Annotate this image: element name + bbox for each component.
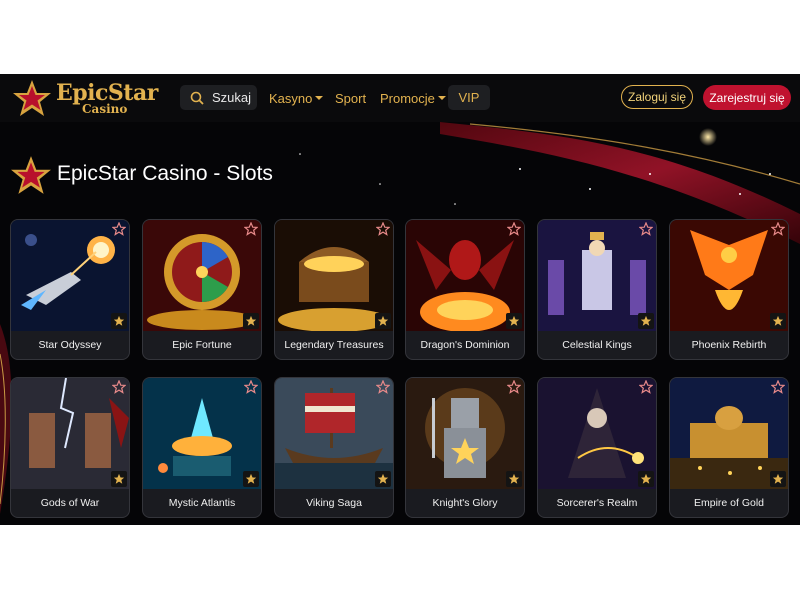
search-button[interactable]: Szukaj: [180, 85, 257, 110]
favorite-star-icon[interactable]: [375, 379, 391, 394]
star-badge-icon: [770, 471, 786, 487]
game-card[interactable]: Epic Fortune: [142, 219, 262, 360]
login-label: Zaloguj się: [627, 90, 687, 104]
favorite-star-icon[interactable]: [638, 221, 654, 236]
game-card[interactable]: Knight's Glory: [405, 377, 525, 518]
game-card[interactable]: Viking Saga: [274, 377, 394, 518]
game-title: Star Odyssey: [38, 339, 102, 351]
chevron-down-icon: [315, 96, 324, 100]
game-card[interactable]: Sorcerer's Realm: [537, 377, 657, 518]
star-badge-icon: [506, 471, 522, 487]
game-title: Phoenix Rebirth: [691, 339, 767, 351]
star-badge-icon: [375, 313, 391, 329]
nav-item-sport[interactable]: Sport: [335, 74, 366, 122]
casino-app: EpicStar Casino Szukaj Kasyno Sport Prom…: [0, 74, 800, 525]
game-card[interactable]: Gods of War: [10, 377, 130, 518]
game-title: Dragon's Dominion: [420, 339, 510, 351]
nav-label: Kasyno: [269, 90, 313, 106]
nav-label: Promocje: [380, 90, 435, 106]
favorite-star-icon[interactable]: [506, 221, 522, 236]
game-card[interactable]: Mystic Atlantis: [142, 377, 262, 518]
vip-button[interactable]: VIP: [448, 85, 490, 110]
favorite-star-icon[interactable]: [243, 221, 259, 236]
star-badge-icon: [506, 313, 522, 329]
favorite-star-icon[interactable]: [638, 379, 654, 394]
game-card[interactable]: Empire of Gold: [669, 377, 789, 518]
star-badge-icon: [111, 313, 127, 329]
game-title: Knight's Glory: [432, 497, 498, 509]
register-label: Zarejestruj się: [709, 90, 785, 105]
logo-title: EpicStar: [56, 80, 158, 106]
search-icon: [190, 91, 204, 105]
game-title: Viking Saga: [306, 497, 362, 509]
login-button[interactable]: Zaloguj się: [621, 85, 693, 109]
game-title: Empire of Gold: [693, 497, 765, 509]
game-title: Legendary Treasures: [284, 339, 384, 351]
nav-item-kasyno[interactable]: Kasyno: [269, 74, 324, 122]
logo-subtitle: Casino: [82, 102, 128, 116]
star-badge-icon: [638, 313, 654, 329]
top-navbar: EpicStar Casino Szukaj Kasyno Sport Prom…: [0, 74, 800, 122]
game-card[interactable]: Phoenix Rebirth: [669, 219, 789, 360]
chevron-down-icon: [437, 96, 446, 100]
favorite-star-icon[interactable]: [506, 379, 522, 394]
star-badge-icon: [111, 471, 127, 487]
game-card[interactable]: Celestial Kings: [537, 219, 657, 360]
favorite-star-icon[interactable]: [770, 221, 786, 236]
favorite-star-icon[interactable]: [243, 379, 259, 394]
nav-label: Sport: [335, 90, 367, 106]
favorite-star-icon[interactable]: [375, 221, 391, 236]
favorite-star-icon[interactable]: [770, 379, 786, 394]
favorite-star-icon[interactable]: [111, 221, 127, 236]
logo[interactable]: EpicStar Casino: [12, 78, 158, 118]
title-star-icon: [11, 156, 51, 194]
game-card[interactable]: Dragon's Dominion: [405, 219, 525, 360]
star-badge-icon: [770, 313, 786, 329]
star-badge-icon: [638, 471, 654, 487]
favorite-star-icon[interactable]: [111, 379, 127, 394]
star-badge-icon: [243, 313, 259, 329]
nav-item-promocje[interactable]: Promocje: [380, 74, 446, 122]
page-title: EpicStar Casino - Slots: [57, 162, 273, 185]
logo-star-icon: [13, 80, 51, 116]
game-title: Mystic Atlantis: [168, 497, 236, 509]
search-label: Szukaj: [212, 90, 252, 105]
register-button[interactable]: Zarejestruj się: [703, 85, 791, 110]
game-title: Epic Fortune: [172, 339, 232, 351]
game-card[interactable]: Star Odyssey: [10, 219, 130, 360]
game-title: Celestial Kings: [562, 339, 632, 351]
game-card[interactable]: Legendary Treasures: [274, 219, 394, 360]
star-badge-icon: [243, 471, 259, 487]
star-badge-icon: [375, 471, 391, 487]
vip-label: VIP: [458, 90, 480, 105]
game-title: Gods of War: [40, 497, 100, 509]
game-title: Sorcerer's Realm: [556, 497, 638, 509]
